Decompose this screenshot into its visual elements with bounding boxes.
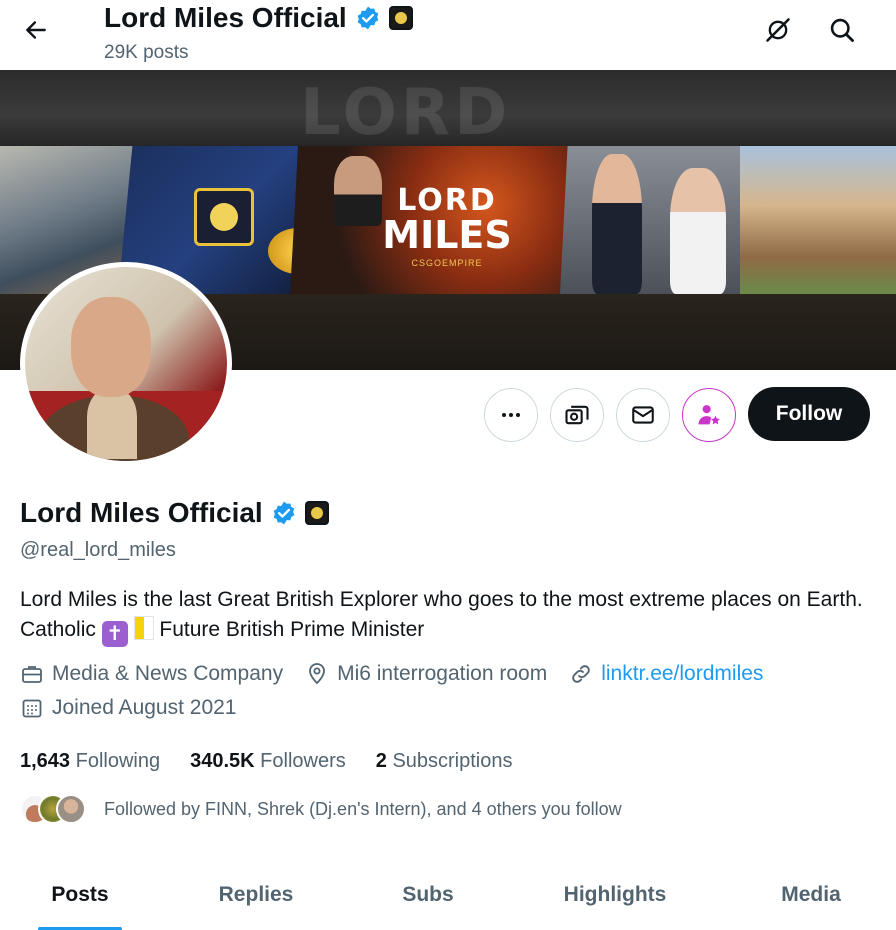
location-label: Mi6 interrogation room <box>337 662 548 685</box>
back-button[interactable] <box>18 12 54 48</box>
header-title: Lord Miles Official <box>104 2 347 33</box>
banner-brand-line1: LORD <box>397 183 497 218</box>
tab-media[interactable]: Media <box>726 860 896 930</box>
banner-ghost-text: LORD <box>300 76 512 150</box>
more-icon <box>502 413 520 417</box>
subscribe-icon <box>698 405 720 425</box>
subscribe-button[interactable] <box>682 388 736 442</box>
profile-link-text[interactable]: linktr.ee/lordmiles <box>601 662 763 686</box>
profile-name-row: Lord Miles Official <box>20 497 329 529</box>
grok-image-icon <box>565 405 589 425</box>
calendar-icon <box>22 699 42 718</box>
grok-button[interactable] <box>760 12 796 48</box>
verified-badge-icon <box>357 6 378 30</box>
subscriptions-stat[interactable]: 2 Subscriptions <box>376 750 513 773</box>
message-button[interactable] <box>616 388 670 442</box>
verified-badge-icon[interactable] <box>271 500 297 526</box>
banner-person <box>592 154 642 294</box>
header-title-row: Lord Miles Official <box>104 2 413 34</box>
banner-dice-card <box>194 188 254 246</box>
profile-avatar[interactable] <box>20 262 232 466</box>
profile-bio: Lord Miles is the last Great British Exp… <box>20 585 870 647</box>
profile-name: Lord Miles Official <box>20 497 263 528</box>
follow-button[interactable]: Follow <box>748 387 870 441</box>
followers-label: Followers <box>260 750 346 772</box>
bio-text-end: Future British Prime Minister <box>153 618 425 641</box>
joined-label: Joined August 2021 <box>52 696 237 719</box>
tab-subs[interactable]: Subs <box>352 860 504 930</box>
search-icon <box>830 18 854 42</box>
profile-tabs: Posts Replies Subs Highlights Media <box>0 860 896 930</box>
latin-cross-emoji: ✝ <box>101 621 128 647</box>
back-arrow-icon <box>26 21 46 39</box>
followers-stat[interactable]: 340.5K Followers <box>190 750 346 773</box>
tab-posts[interactable]: Posts <box>0 860 160 930</box>
banner-person <box>670 168 726 294</box>
profile-meta-row: Media & News Company Mi6 interrogation r… <box>20 662 785 686</box>
profile-link[interactable]: linktr.ee/lordmiles <box>569 662 763 686</box>
following-stat[interactable]: 1,643 Following <box>20 750 160 773</box>
more-button[interactable] <box>484 388 538 442</box>
tab-replies[interactable]: Replies <box>160 860 352 930</box>
briefcase-icon <box>22 666 42 683</box>
profile-location: Mi6 interrogation room <box>305 662 547 686</box>
vatican-flag-emoji <box>133 616 154 640</box>
avatar-face <box>71 297 151 397</box>
profile-joined: Joined August 2021 <box>20 696 237 720</box>
followers-count: 340.5K <box>190 750 255 772</box>
profile-joined-row: Joined August 2021 <box>20 696 259 720</box>
following-count: 1,643 <box>20 750 71 772</box>
banner-brand-line2: MILES <box>382 213 512 257</box>
grok-image-button[interactable] <box>550 388 604 442</box>
category-label: Media & News Company <box>52 662 284 685</box>
message-icon <box>632 406 654 424</box>
subscriptions-count: 2 <box>375 750 387 772</box>
banner-brand: LORD MILES CSGOEMPIRE <box>362 183 532 269</box>
profile-category: Media & News Company <box>20 662 283 686</box>
banner-landscape-photo <box>740 146 896 294</box>
followed-by-row[interactable]: Followed by FINN, Shrek (Dj.en's Intern)… <box>20 794 622 824</box>
affiliate-badge-icon[interactable] <box>304 501 329 525</box>
post-count: 29K posts <box>104 42 189 63</box>
profile-stats: 1,643 Following 340.5K Followers 2 Subsc… <box>20 750 513 773</box>
grok-slash-icon <box>766 18 790 42</box>
tab-highlights[interactable]: Highlights <box>504 860 726 930</box>
follower-avatar <box>56 794 86 824</box>
following-label: Following <box>75 750 161 772</box>
subscriptions-label: Subscriptions <box>392 750 513 772</box>
top-bar: Lord Miles Official 29K posts <box>0 0 896 70</box>
affiliate-badge-icon[interactable] <box>388 6 413 30</box>
link-icon <box>572 665 590 683</box>
banner-brand-sponsor: CSGOEMPIRE <box>411 258 483 268</box>
followed-by-text: Followed by FINN, Shrek (Dj.en's Intern)… <box>104 798 622 819</box>
profile-handle: @real_lord_miles <box>20 539 176 561</box>
location-pin-icon <box>309 663 325 685</box>
banner-top-band: LORD <box>0 70 896 150</box>
avatar-sweater <box>87 389 137 459</box>
search-button[interactable] <box>824 12 860 48</box>
